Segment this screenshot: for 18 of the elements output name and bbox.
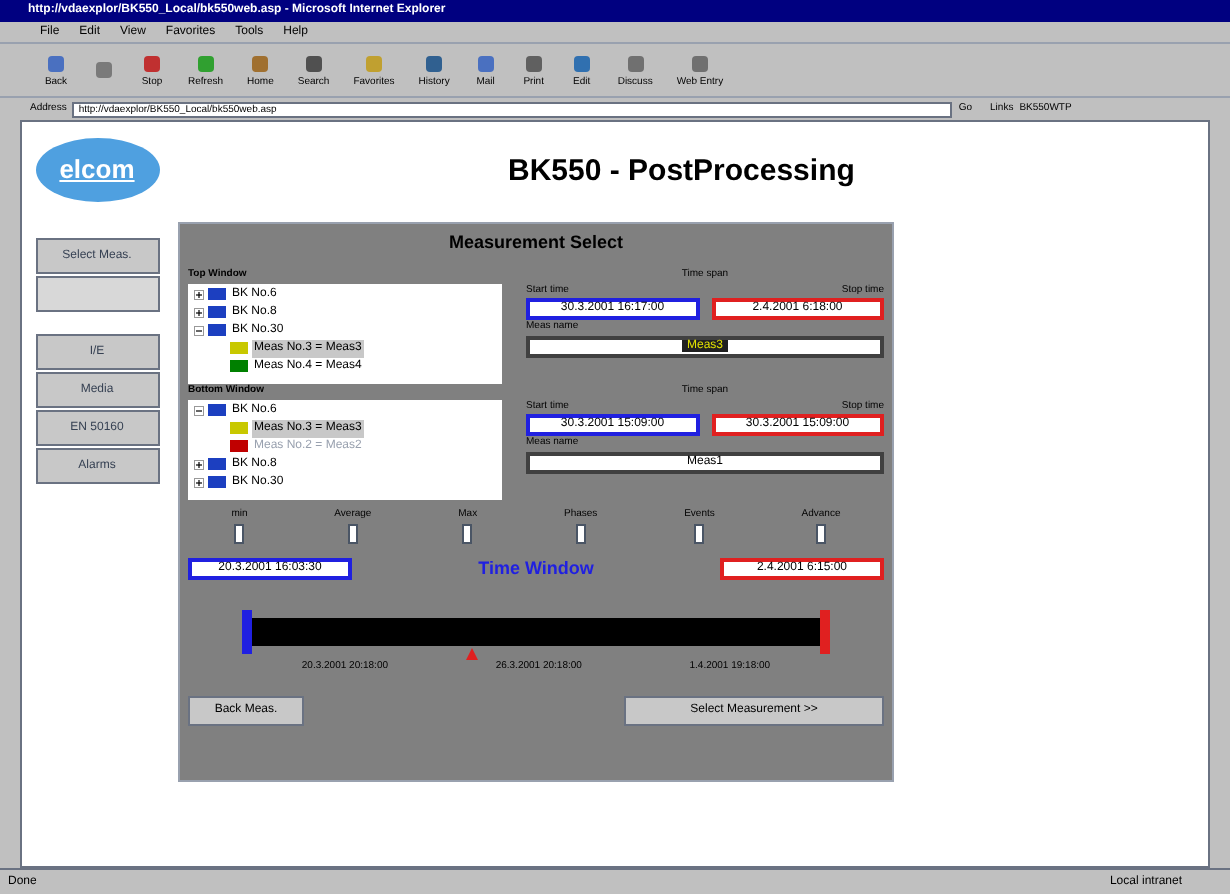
spinner[interactable]	[694, 523, 705, 543]
stop-handle[interactable]	[820, 610, 830, 654]
time-window-title: Time Window	[478, 555, 594, 581]
start-handle[interactable]	[242, 610, 252, 654]
spinner[interactable]	[462, 523, 473, 543]
spinner[interactable]	[575, 523, 586, 543]
plus-icon[interactable]	[194, 477, 204, 487]
plus-icon[interactable]	[194, 459, 204, 469]
page-title: BK550 - PostProcessing	[508, 151, 855, 192]
spinner[interactable]	[234, 523, 245, 543]
minus-icon[interactable]	[194, 405, 204, 415]
spinner[interactable]	[816, 523, 827, 543]
minus-icon[interactable]	[194, 325, 204, 335]
panel-title: Measurement Select	[446, 230, 626, 256]
spinner[interactable]	[347, 523, 358, 543]
logo: elcom	[35, 138, 159, 202]
plus-icon[interactable]	[194, 307, 204, 317]
plus-icon[interactable]	[194, 289, 204, 299]
